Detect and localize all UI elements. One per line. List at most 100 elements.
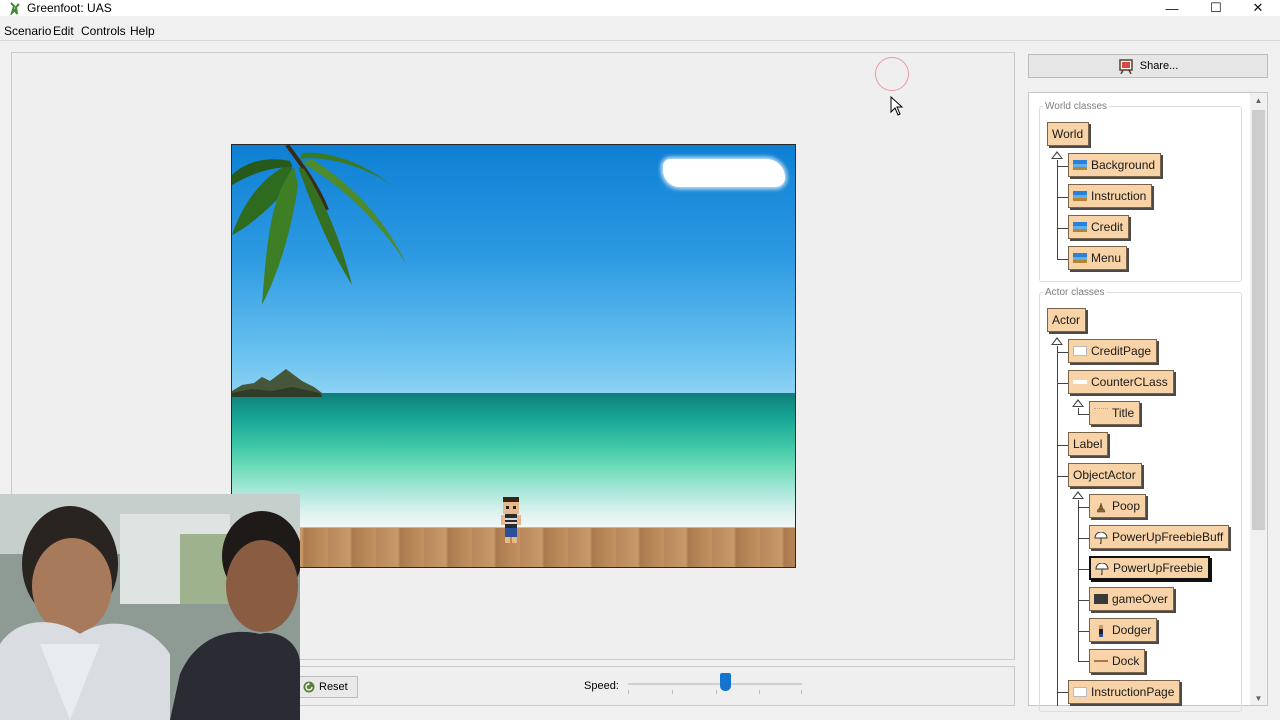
menu-edit[interactable]: Edit — [53, 24, 74, 38]
world-canvas[interactable] — [231, 144, 796, 568]
tree-branch — [1078, 631, 1089, 632]
class-label: PowerUpFreebieBuff — [1112, 530, 1224, 544]
maximize-button[interactable]: ☐ — [1194, 0, 1238, 16]
window-title: Greenfoot: UAS — [27, 1, 112, 15]
scroll-down-icon[interactable]: ▼ — [1252, 693, 1265, 705]
speed-label: Speed: — [584, 680, 619, 692]
title-bar: Greenfoot: UAS — ☐ ✕ — [0, 0, 1280, 16]
share-label: Share... — [1139, 60, 1179, 72]
tree-branch — [1078, 569, 1089, 570]
actor-classes-label: Actor classes — [1043, 287, 1107, 298]
tree-branch — [1057, 197, 1068, 198]
class-powerupfreebie[interactable]: PowerUpFreebie — [1089, 556, 1211, 580]
dodger-icon — [1094, 625, 1108, 637]
speed-slider-track[interactable] — [628, 683, 802, 685]
minimize-button[interactable]: — — [1150, 0, 1194, 16]
slider-tick — [759, 690, 760, 694]
menu-help[interactable]: Help — [130, 24, 155, 38]
class-objectactor[interactable]: ObjectActor — [1068, 463, 1142, 487]
palm-tree-image — [232, 145, 407, 305]
class-label: CreditPage — [1091, 344, 1152, 358]
class-menu[interactable]: Menu — [1068, 246, 1128, 270]
inherit-arrow-icon — [1051, 337, 1063, 345]
mouse-cursor-icon — [890, 96, 904, 116]
class-title[interactable]: Title — [1089, 401, 1141, 425]
scroll-up-icon[interactable]: ▲ — [1252, 95, 1265, 107]
tree-branch — [1057, 259, 1068, 260]
inherit-arrow-icon — [1051, 151, 1063, 159]
close-icon: ✕ — [1252, 0, 1264, 15]
title-image-icon — [1094, 408, 1108, 418]
class-label: World — [1052, 127, 1084, 141]
class-label: Background — [1091, 158, 1156, 172]
class-label: Credit — [1091, 220, 1124, 234]
background-image-icon — [1073, 160, 1087, 170]
class-poop[interactable]: Poop — [1089, 494, 1147, 518]
menu-controls[interactable]: Controls — [81, 24, 126, 38]
class-label: Dock — [1112, 654, 1140, 668]
class-label: Instruction — [1091, 189, 1147, 203]
tree-branch — [1057, 383, 1068, 384]
scrollbar-thumb[interactable] — [1252, 110, 1265, 530]
speed-slider-thumb[interactable] — [719, 673, 731, 691]
class-label-text: Label — [1073, 437, 1103, 451]
reset-button[interactable]: Reset — [298, 676, 358, 698]
tree-branch — [1078, 600, 1089, 601]
tree-branch — [1078, 414, 1089, 415]
class-label: Poop — [1112, 499, 1141, 513]
background-image-icon — [1073, 253, 1087, 263]
share-button[interactable]: Share... — [1028, 54, 1268, 78]
background-image-icon — [1073, 222, 1087, 232]
dodger-character[interactable] — [499, 497, 523, 547]
slider-tick — [801, 690, 802, 694]
tree-branch — [1057, 352, 1068, 353]
menu-separator — [0, 40, 1280, 41]
class-label: ObjectActor — [1073, 468, 1136, 482]
class-counterclass[interactable]: CounterCLass — [1068, 370, 1174, 394]
tree-branch — [1078, 661, 1089, 662]
slider-tick — [716, 690, 717, 694]
creditpage-image-icon — [1073, 346, 1087, 356]
class-dock[interactable]: Dock — [1089, 649, 1146, 673]
share-icon — [1118, 59, 1133, 74]
cloud-image — [663, 159, 785, 187]
tree-connector — [1078, 500, 1079, 661]
class-label: Dodger — [1112, 623, 1152, 637]
class-actor[interactable]: Actor — [1047, 308, 1087, 332]
tree-branch — [1078, 538, 1089, 539]
world-classes-label: World classes — [1043, 101, 1110, 112]
class-instruction[interactable]: Instruction — [1068, 184, 1153, 208]
class-instructionpage[interactable]: InstructionPage — [1068, 680, 1181, 704]
counter-image-icon — [1073, 380, 1087, 384]
class-gameover[interactable]: gameOver — [1089, 587, 1175, 611]
class-label[interactable]: Label — [1068, 432, 1109, 456]
menu-scenario[interactable]: Scenario — [4, 24, 51, 38]
inherit-arrow-icon — [1072, 399, 1084, 407]
tree-branch — [1057, 228, 1068, 229]
instructionpage-image-icon — [1073, 687, 1087, 697]
umbrella-icon — [1095, 562, 1109, 575]
class-label: Title — [1112, 406, 1135, 420]
reset-icon — [303, 681, 315, 693]
class-powerupfreebiebuff[interactable]: PowerUpFreebieBuff — [1089, 525, 1230, 549]
tree-connector — [1057, 346, 1058, 706]
click-indicator — [875, 57, 909, 91]
class-creditpage[interactable]: CreditPage — [1068, 339, 1158, 363]
class-label: InstructionPage — [1091, 685, 1175, 699]
close-button[interactable]: ✕ — [1236, 0, 1280, 16]
class-dodger[interactable]: Dodger — [1089, 618, 1158, 642]
tree-branch — [1057, 166, 1068, 167]
tree-branch — [1078, 507, 1089, 508]
class-label: PowerUpFreebie — [1113, 561, 1204, 575]
background-image-icon — [1073, 191, 1087, 201]
class-background[interactable]: Background — [1068, 153, 1162, 177]
class-label: Actor — [1052, 313, 1081, 327]
tree-connector — [1057, 160, 1058, 259]
poop-icon — [1094, 501, 1108, 513]
class-label: Menu — [1091, 251, 1122, 265]
maximize-icon: ☐ — [1210, 0, 1222, 15]
webcam-overlay-image — [0, 494, 300, 720]
class-world[interactable]: World — [1047, 122, 1090, 146]
tree-branch — [1057, 692, 1068, 693]
class-credit[interactable]: Credit — [1068, 215, 1130, 239]
